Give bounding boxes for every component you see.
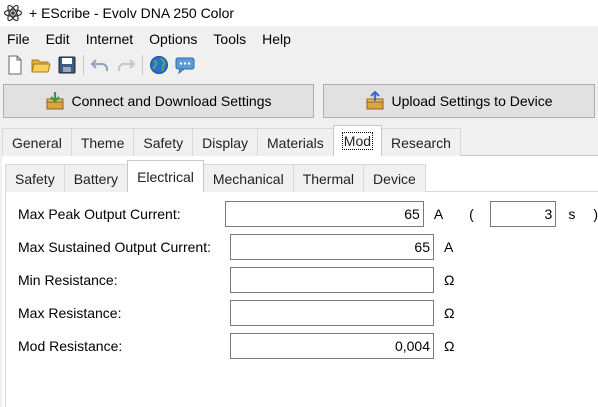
mod-resistance-unit: Ω bbox=[444, 338, 455, 354]
subtab-safety[interactable]: Safety bbox=[5, 164, 65, 192]
min-resistance-input[interactable] bbox=[230, 267, 434, 293]
tab-theme[interactable]: Theme bbox=[70, 128, 135, 156]
max-sustained-unit: A bbox=[444, 239, 454, 255]
internet-button[interactable] bbox=[146, 52, 172, 78]
toolbar-separator bbox=[142, 55, 143, 75]
open-button[interactable] bbox=[28, 52, 54, 78]
peak-duration-unit: s bbox=[568, 206, 576, 222]
connect-download-label: Connect and Download Settings bbox=[71, 93, 272, 109]
chat-button[interactable] bbox=[172, 52, 198, 78]
min-resistance-label: Min Resistance: bbox=[18, 272, 118, 288]
upload-label: Upload Settings to Device bbox=[391, 93, 553, 109]
max-sustained-label: Max Sustained Output Current: bbox=[18, 239, 211, 255]
max-resistance-label: Max Resistance: bbox=[18, 305, 122, 321]
peak-duration-input[interactable]: 3 bbox=[489, 201, 557, 227]
tab-general[interactable]: General bbox=[2, 128, 72, 156]
upload-button[interactable]: Upload Settings to Device bbox=[323, 84, 595, 118]
subtab-electrical[interactable]: Electrical bbox=[127, 160, 204, 192]
max-resistance-unit: Ω bbox=[444, 305, 455, 321]
globe-icon bbox=[150, 56, 168, 74]
window-title: + EScribe - Evolv DNA 250 Color bbox=[29, 5, 235, 21]
tab-mod[interactable]: Mod bbox=[332, 125, 383, 156]
tab-research[interactable]: Research bbox=[381, 128, 461, 156]
tab-safety[interactable]: Safety bbox=[133, 128, 194, 156]
tab-display[interactable]: Display bbox=[192, 128, 258, 156]
subtab-device[interactable]: Device bbox=[363, 164, 426, 192]
mod-resistance-input[interactable]: 0,004 bbox=[230, 333, 434, 359]
max-peak-row: Max Peak Output Current: 65 A ( 3 s ) bbox=[18, 201, 598, 227]
undo-button[interactable] bbox=[87, 52, 113, 78]
menu-internet[interactable]: Internet bbox=[78, 28, 141, 50]
menu-file[interactable]: File bbox=[0, 28, 38, 50]
max-peak-label: Max Peak Output Current: bbox=[18, 206, 181, 222]
menu-edit[interactable]: Edit bbox=[38, 28, 78, 50]
tab-materials[interactable]: Materials bbox=[257, 128, 334, 156]
subtab-thermal[interactable]: Thermal bbox=[292, 164, 365, 192]
download-package-icon bbox=[45, 91, 65, 111]
undo-icon bbox=[90, 59, 109, 71]
max-resistance-row: Max Resistance: Ω bbox=[18, 300, 598, 326]
save-icon bbox=[58, 56, 76, 74]
max-peak-unit: A bbox=[433, 206, 444, 222]
close-paren: ) bbox=[593, 206, 598, 222]
new-file-button[interactable] bbox=[2, 52, 28, 78]
max-peak-input[interactable]: 65 bbox=[224, 201, 424, 227]
min-resistance-row: Min Resistance: Ω bbox=[18, 267, 598, 293]
redo-button[interactable] bbox=[113, 52, 139, 78]
menu-tools[interactable]: Tools bbox=[205, 28, 254, 50]
max-sustained-input[interactable]: 65 bbox=[230, 234, 434, 260]
open-folder-icon bbox=[31, 59, 51, 73]
atom-icon bbox=[3, 4, 23, 22]
redo-icon bbox=[117, 59, 136, 71]
new-file-icon bbox=[8, 55, 22, 75]
toolbar bbox=[2, 52, 198, 78]
mod-resistance-row: Mod Resistance: 0,004 Ω bbox=[18, 333, 598, 359]
mod-resistance-label: Mod Resistance: bbox=[18, 338, 123, 354]
title-bar: + EScribe - Evolv DNA 250 Color bbox=[0, 0, 598, 26]
menu-options[interactable]: Options bbox=[141, 28, 205, 50]
upload-package-icon bbox=[365, 91, 385, 111]
max-resistance-input[interactable] bbox=[230, 300, 434, 326]
min-resistance-unit: Ω bbox=[444, 272, 455, 288]
toolbar-separator bbox=[83, 55, 84, 75]
menu-help[interactable]: Help bbox=[254, 28, 299, 50]
save-button[interactable] bbox=[54, 52, 80, 78]
menu-bar: File Edit Internet Options Tools Help bbox=[0, 28, 299, 50]
chat-icon bbox=[175, 57, 195, 74]
main-tab-strip: General Theme Safety Display Materials M… bbox=[2, 125, 461, 156]
subtab-mechanical[interactable]: Mechanical bbox=[202, 164, 294, 192]
connect-download-button[interactable]: Connect and Download Settings bbox=[3, 84, 314, 118]
max-sustained-row: Max Sustained Output Current: 65 A bbox=[18, 234, 598, 260]
open-paren: ( bbox=[469, 206, 474, 222]
sub-tab-strip: Safety Battery Electrical Mechanical The… bbox=[5, 160, 426, 192]
subtab-battery[interactable]: Battery bbox=[63, 164, 129, 192]
